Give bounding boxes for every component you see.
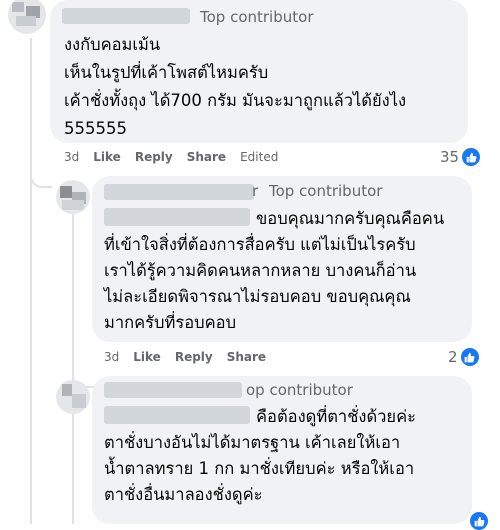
- comment-line: เค้าชั่งทั้งถุง ได้700 กรัม มันจะมาถูกแล…: [64, 91, 407, 110]
- avatar[interactable]: [56, 380, 90, 414]
- badge-fragment: r: [252, 182, 259, 200]
- timestamp[interactable]: 3d: [104, 350, 119, 364]
- comment-line: เราได้รู้ความคิดคนหลากหลาย บางคนก็อ่าน: [104, 261, 417, 280]
- thread-connector: [30, 160, 52, 188]
- top-contributor-badge: Top contributor: [200, 8, 314, 26]
- reaction-count: 35: [440, 148, 460, 166]
- reaction-count: 2: [448, 348, 458, 366]
- like-button[interactable]: Like: [93, 150, 121, 164]
- like-button[interactable]: Like: [133, 350, 161, 364]
- thumbs-up-icon: [470, 512, 488, 530]
- avatar[interactable]: [56, 180, 90, 214]
- author-name[interactable]: [104, 184, 254, 200]
- blurred-text: [104, 406, 250, 424]
- author-name[interactable]: [62, 8, 190, 24]
- comment-line: ที่เข้าใจสิ่งที่ต้องการสื่อครับ แต่ไม่เป…: [104, 235, 416, 254]
- comment-line: ไม่ละเอียดพิจารณาไม่รอบคอบ ขอบคุณคุณ: [104, 287, 411, 306]
- reaction-summary[interactable]: 35: [440, 148, 481, 166]
- comment-line: คือต้องดูที่ตาชั่งด้วยค่ะ: [256, 407, 417, 426]
- comment-line: เห็นในรูปที่เค้าโพสต์ไหมครับ: [64, 63, 269, 82]
- thumbs-up-icon: [460, 348, 479, 366]
- thread-line: [30, 38, 32, 524]
- comment-actions: 3d Like Reply Share: [104, 350, 266, 364]
- edited-label: Edited: [240, 150, 279, 164]
- author-name[interactable]: [104, 382, 242, 398]
- share-button[interactable]: Share: [227, 350, 266, 364]
- share-button[interactable]: Share: [187, 150, 226, 164]
- badge-label: Top contributor: [268, 182, 383, 200]
- comment-line: 555555: [64, 119, 127, 138]
- comment-line: ขอบคุณมากครับคุณคือคน: [256, 209, 445, 228]
- reply-button[interactable]: Reply: [175, 350, 213, 364]
- thumbs-up-icon: [462, 148, 481, 166]
- comment-line: มากครับที่รอบคอบ: [104, 313, 237, 332]
- timestamp[interactable]: 3d: [64, 150, 79, 164]
- comment-line: ตาชั่งอื่นมาลองชั่งดูค่ะ: [104, 485, 263, 504]
- comment-line: งงกับคอมเม้น: [64, 35, 161, 54]
- avatar[interactable]: [8, 0, 46, 34]
- top-contributor-badge: r Top contributor: [252, 182, 382, 200]
- reply-button[interactable]: Reply: [135, 150, 173, 164]
- comment-line: น้ำตาลทราย 1 กก มาชั่งเทียบค่ะ หรือให้เอ…: [104, 459, 415, 478]
- comment-actions: 3d Like Reply Share Edited: [64, 150, 278, 164]
- comment-line: ตาชั่งบางอันไม่ได้มาตรฐาน เค้าเลยให้เอา: [104, 433, 401, 452]
- blurred-text: [104, 208, 250, 226]
- top-contributor-badge: op contributor: [246, 381, 353, 399]
- reaction-summary[interactable]: 2: [448, 348, 479, 366]
